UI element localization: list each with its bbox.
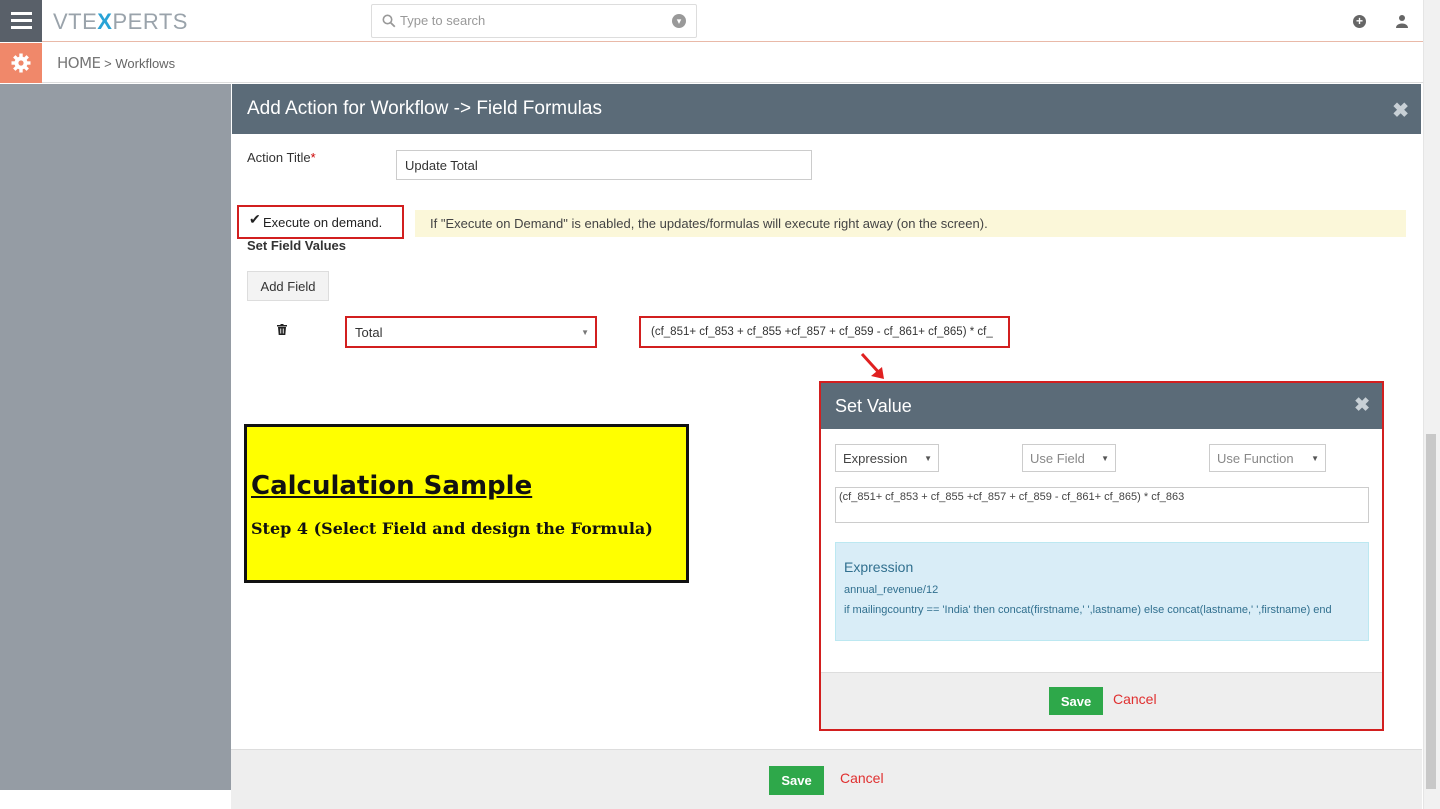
cancel-link[interactable]: Cancel (840, 770, 884, 786)
close-icon[interactable]: ✖ (1354, 394, 1370, 417)
set-value-header: Set Value ✖ (821, 383, 1382, 429)
field-select[interactable]: Total ▼ (345, 316, 597, 348)
add-field-button[interactable]: Add Field (247, 271, 329, 301)
breadcrumb-home[interactable]: HOME (57, 54, 101, 72)
annotation-heading: Calculation Sample (251, 471, 533, 501)
expression-type-value: Expression (843, 451, 908, 466)
calculation-sample-annotation: Calculation Sample Step 4 (Select Field … (244, 424, 689, 583)
close-icon[interactable]: ✖ (1392, 98, 1409, 123)
help-example-1: annual_revenue/12 (844, 584, 939, 596)
set-value-title: Set Value (835, 396, 912, 416)
execute-note: If "Execute on Demand" is enabled, the u… (415, 210, 1406, 237)
field-select-value: Total (355, 325, 383, 340)
expression-textarea[interactable]: (cf_851+ cf_853 + cf_855 +cf_857 + cf_85… (835, 487, 1369, 523)
search-input[interactable] (400, 13, 660, 28)
dropdown-icon[interactable]: ▾ (672, 14, 686, 28)
modal-header: Add Action for Workflow -> Field Formula… (232, 84, 1421, 134)
set-value-cancel-link[interactable]: Cancel (1113, 691, 1157, 707)
set-value-save-button[interactable]: Save (1049, 687, 1103, 715)
help-example-2: if mailingcountry == 'India' then concat… (844, 604, 1332, 616)
scrollbar-thumb[interactable] (1426, 434, 1436, 789)
action-title-label: Action Title* (247, 150, 316, 165)
search-box[interactable]: ▾ (371, 4, 697, 38)
search-icon (382, 14, 396, 28)
menu-icon[interactable] (0, 0, 42, 42)
use-field-value: Use Field (1030, 451, 1085, 466)
chevron-down-icon: ▼ (1311, 454, 1319, 463)
use-function-value: Use Function (1217, 451, 1294, 466)
breadcrumb-current[interactable]: Workflows (115, 56, 175, 71)
modal-backdrop (0, 84, 231, 790)
set-field-values-heading: Set Field Values (247, 238, 346, 253)
breadcrumb-separator: > (104, 56, 112, 71)
save-button[interactable]: Save (769, 766, 824, 795)
chevron-down-icon: ▼ (924, 454, 932, 463)
use-field-select[interactable]: Use Field ▼ (1022, 444, 1116, 472)
use-function-select[interactable]: Use Function ▼ (1209, 444, 1326, 472)
execute-on-demand-label: Execute on demand. (263, 215, 383, 230)
chevron-down-icon: ▼ (1101, 454, 1109, 463)
modal-footer: Save Cancel (231, 749, 1422, 809)
breadcrumb: HOME > Workflows (57, 54, 175, 72)
plus-icon[interactable]: + (1353, 15, 1366, 28)
trash-icon[interactable] (277, 324, 287, 335)
checkmark-icon[interactable]: ✔ (249, 211, 261, 228)
user-icon[interactable] (1396, 14, 1408, 28)
set-value-footer: Save Cancel (821, 672, 1382, 729)
formula-input[interactable]: (cf_851+ cf_853 + cf_855 +cf_857 + cf_85… (639, 316, 1010, 348)
modal-title: Add Action for Workflow -> Field Formula… (247, 98, 602, 119)
add-action-modal: Add Action for Workflow -> Field Formula… (231, 84, 1422, 809)
help-heading: Expression (844, 559, 914, 575)
app-logo[interactable]: VTEXPERTS (53, 9, 188, 35)
execute-on-demand-checkbox[interactable]: ✔ Execute on demand. (237, 205, 404, 239)
chevron-down-icon: ▼ (581, 328, 589, 337)
breadcrumb-bar: HOME > Workflows (0, 43, 1423, 83)
expression-type-select[interactable]: Expression ▼ (835, 444, 939, 472)
expression-help-box: Expression annual_revenue/12 if mailingc… (835, 542, 1369, 641)
gear-icon (11, 53, 31, 73)
settings-button[interactable] (0, 43, 42, 83)
arrow-icon (860, 352, 884, 379)
top-bar: VTEXPERTS ▾ + (0, 0, 1423, 42)
annotation-subheading: Step 4 (Select Field and design the Form… (251, 519, 653, 538)
action-title-input[interactable] (396, 150, 812, 180)
set-value-dialog: Set Value ✖ Expression ▼ Use Field ▼ Use… (819, 381, 1384, 731)
